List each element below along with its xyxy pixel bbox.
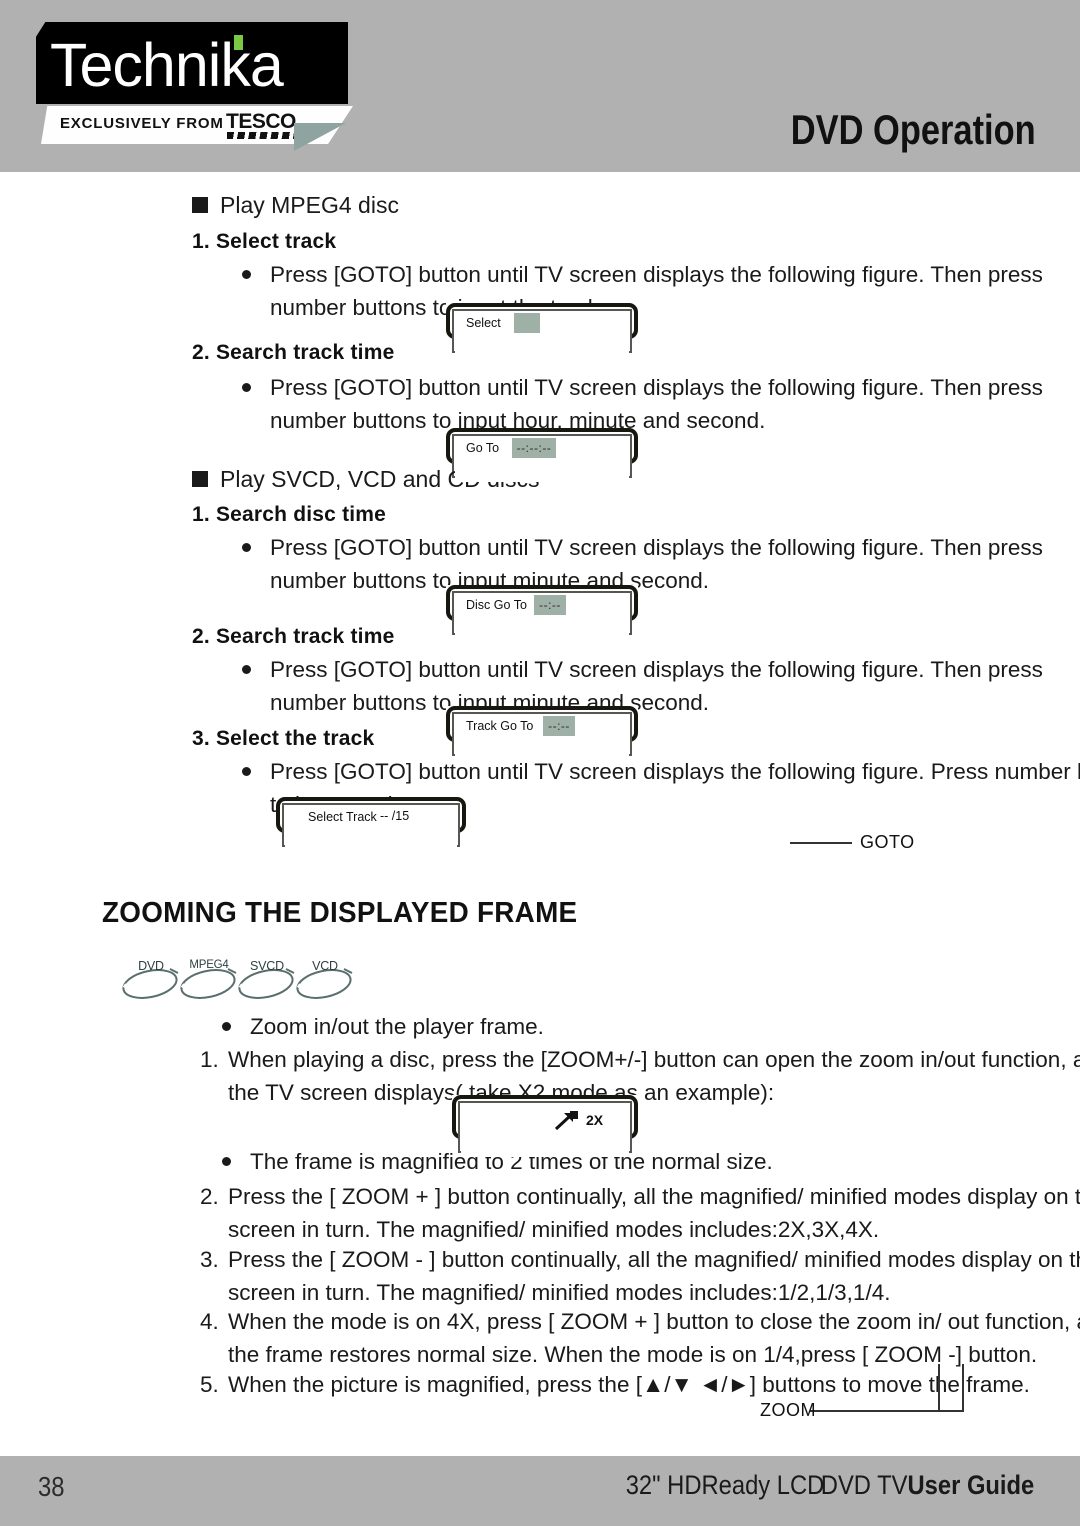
zoom-step-5-number: 5. [200, 1372, 219, 1397]
zoom-step-4: 4. When the mode is on 4X, press [ ZOOM … [200, 1305, 1080, 1371]
osd-label: Select [466, 316, 501, 330]
footer-user-guide: User Guide [907, 1470, 1034, 1500]
zoom-bullet-intro-text: Zoom in/out the player frame. [250, 1014, 544, 1039]
osd-box-select: Select [446, 303, 638, 357]
osd-bottom-mask [455, 462, 629, 482]
osd-box-go-to: Go To --:--:-- [446, 428, 638, 482]
step-body-text: Press [GOTO] button until TV screen disp… [270, 262, 1043, 320]
disc-badge-dvd: DVD [120, 958, 182, 1002]
zoom-step-1-text: When playing a disc, press the [ZOOM+/-]… [228, 1047, 1080, 1105]
osd-value-field: --:-- [534, 595, 566, 615]
osd-label: Track Go To [466, 719, 534, 733]
osd-bottom-mask [455, 337, 629, 357]
osd-label: Disc Go To [466, 598, 527, 612]
logo-fold-corner-icon [294, 123, 346, 151]
footer-page-number: 38 [38, 1471, 65, 1502]
footer-model-c: DVD TV [820, 1470, 908, 1500]
osd-box-zoom: 2X [452, 1095, 638, 1157]
osd-bottom-mask [285, 831, 457, 851]
zoom-step-3-text: Press the [ ZOOM - ] button continually,… [228, 1247, 1080, 1305]
step-title-select-track: 1. Select track [192, 230, 337, 253]
goto-callout-leader-line [790, 842, 852, 844]
dot-bullet-icon [242, 665, 251, 674]
logo-tesco-underline-icon [227, 132, 297, 139]
remote-outline-right [962, 1364, 964, 1412]
dot-bullet-icon [242, 383, 251, 392]
osd-label: Select Track [308, 810, 377, 824]
zoom-bullet-after: The frame is magnified to 2 times of the… [220, 1145, 1080, 1178]
footer-model-b: D [806, 1470, 824, 1500]
osd-value-field [514, 313, 540, 333]
logo-wordmark: Technika [50, 31, 284, 99]
step-title-search-disc-time: 1. Search disc time [192, 503, 387, 526]
dot-bullet-icon [222, 1157, 231, 1166]
zoom-bullet-intro: Zoom in/out the player frame. [220, 1010, 1080, 1043]
zoom-level-label: 2X [586, 1112, 604, 1128]
goto-callout-label: GOTO [860, 832, 915, 852]
zoom-step-3-number: 3. [200, 1247, 219, 1272]
zoom-step-4-text: When the mode is on 4X, press [ ZOOM + ]… [228, 1309, 1080, 1367]
zoom-step-1: 1. When playing a disc, press the [ZOOM+… [200, 1043, 1080, 1109]
step-body-text: Press [GOTO] button until TV screen disp… [270, 375, 1043, 433]
zoom-step-2-text: Press the [ ZOOM + ] button continually,… [228, 1184, 1080, 1242]
disc-badge-svcd: SVCD [236, 958, 298, 1002]
osd-box-track-go-to: Track Go To --:-- [446, 706, 638, 760]
zoom-step-3: 3. Press the [ ZOOM - ] button continual… [200, 1243, 1080, 1309]
step-body-text: Press [GOTO] button until TV screen disp… [270, 535, 1043, 593]
step-title-select-the-track: 3. Select the track [192, 727, 375, 750]
disc-badge-vcd: VCD [294, 958, 356, 1002]
step-title-search-track-time-1: 2. Search track time [192, 341, 395, 364]
logo-exclusively-text: EXCLUSIVELY FROM [60, 115, 224, 132]
osd-bottom-mask [455, 740, 629, 760]
dot-bullet-icon [242, 767, 251, 776]
logo-tesco-text: TESCO [226, 110, 296, 133]
osd-bottom-mask [461, 1137, 629, 1157]
footer-model-line: 32" HDReady LCDDVD TVUser Guide [625, 1470, 1034, 1501]
disc-badge-label: DVD [138, 959, 164, 973]
technika-logo: Technika EXCLUSIVELY FROM TESCO [36, 22, 356, 162]
dot-bullet-icon [242, 270, 251, 279]
osd-value-text: -- /15 [380, 809, 410, 823]
disc-badge-label: SVCD [250, 959, 284, 973]
disc-badge-label: MPEG4 [189, 959, 229, 971]
zoom-callout-label: ZOOM [760, 1400, 816, 1420]
zoom-step-5: 5. When the picture is magnified, press … [200, 1368, 1080, 1401]
step-body-select-track: Press [GOTO] button until TV screen disp… [240, 258, 1080, 324]
osd-bottom-mask [455, 619, 629, 639]
osd-box-select-track: Select Track -- /15 [276, 797, 466, 851]
step-title-search-track-time-2: 2. Search track time [192, 625, 395, 648]
zoom-step-2: 2. Press the [ ZOOM + ] button continual… [200, 1180, 1080, 1246]
disc-badge-label: VCD [312, 959, 338, 973]
zoom-step-1-number: 1. [200, 1047, 219, 1072]
remote-outline-left [938, 1364, 940, 1412]
logo-green-dot-icon [234, 35, 243, 50]
step-body-search-track-time-2: Press [GOTO] button until TV screen disp… [240, 653, 1080, 719]
zooming-section-heading: ZOOMING THE DISPLAYED FRAME [102, 897, 578, 929]
osd-value-field: --:-- [543, 716, 575, 736]
step-body-search-track-time-1: Press [GOTO] button until TV screen disp… [240, 371, 1080, 437]
footer-model-a: 32" HDReady LC [625, 1470, 807, 1500]
zoom-step-2-number: 2. [200, 1184, 219, 1209]
step-body-text: Press [GOTO] button until TV screen disp… [270, 657, 1043, 715]
dot-bullet-icon [222, 1022, 231, 1031]
osd-box-disc-go-to: Disc Go To --:-- [446, 585, 638, 639]
zoom-arrow-icon [554, 1111, 582, 1136]
step-body-search-disc-time: Press [GOTO] button until TV screen disp… [240, 531, 1080, 597]
square-bullet-icon [192, 197, 208, 213]
zoom-step-5-text: When the picture is magnified, press the… [228, 1372, 1030, 1397]
osd-value-field: --:--:-- [512, 438, 556, 458]
dot-bullet-icon [242, 543, 251, 552]
osd-label: Go To [466, 441, 500, 455]
zoom-callout-leader-line [810, 1410, 962, 1412]
section-label: Play MPEG4 disc [220, 192, 399, 218]
zoom-step-4-number: 4. [200, 1309, 219, 1334]
disc-badge-mpeg4: MPEG4 [178, 958, 240, 1002]
page-title: DVD Operation [791, 106, 1036, 153]
section-heading-mpeg4: Play MPEG4 disc [192, 190, 399, 220]
square-bullet-icon [192, 471, 208, 487]
